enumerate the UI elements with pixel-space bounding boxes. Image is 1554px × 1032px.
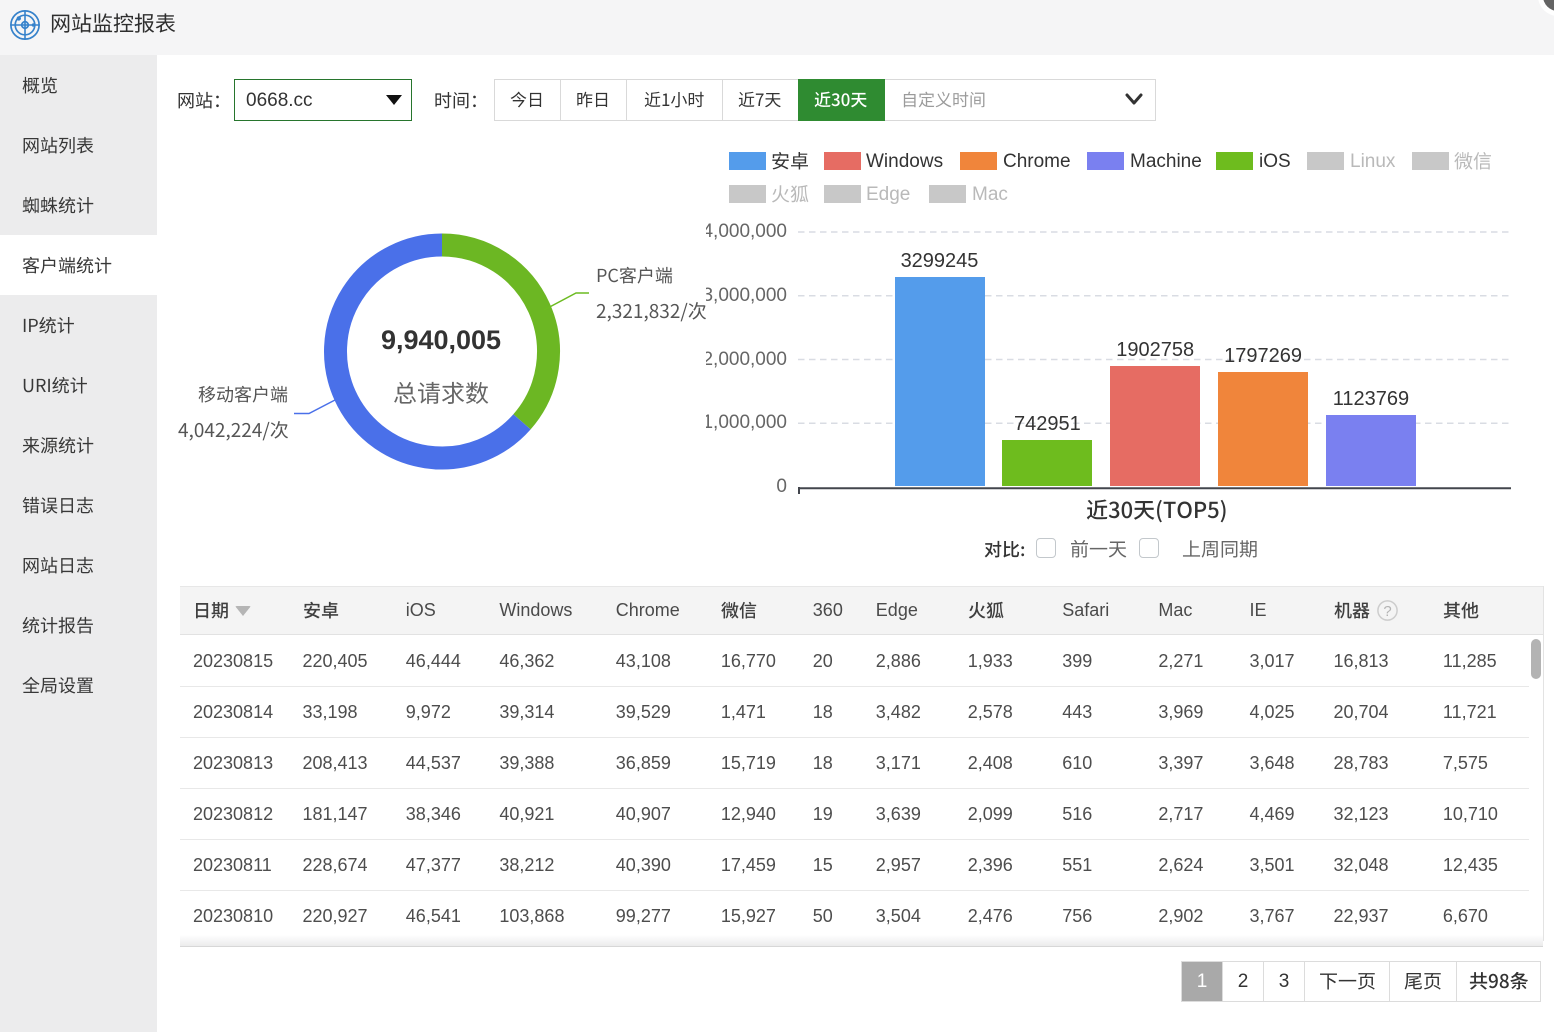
svg-text:?: ? [1383,603,1391,620]
